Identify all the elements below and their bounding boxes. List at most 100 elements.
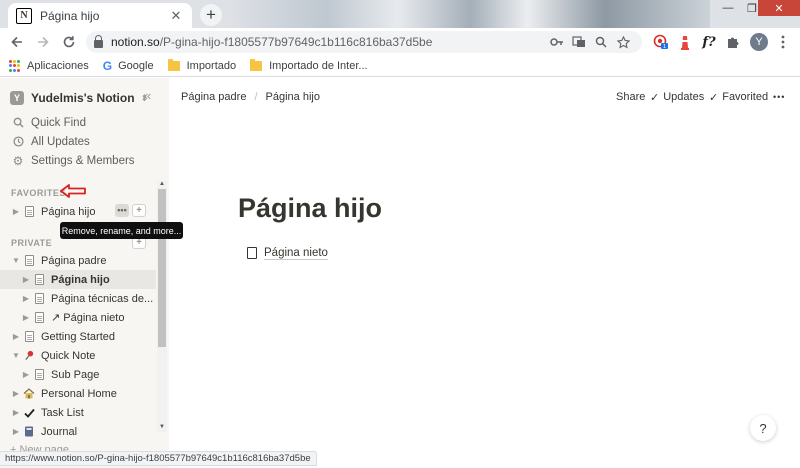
- lock-icon: [94, 34, 103, 48]
- notebook-icon: [22, 426, 36, 437]
- scroll-down-icon[interactable]: ▼: [158, 424, 166, 430]
- link-arrow-icon: ↗: [51, 312, 64, 324]
- link-status-bar: https://www.notion.so/P-gina-hijo-f18055…: [0, 451, 317, 466]
- page-icon: [247, 247, 257, 259]
- bookmark-importado-de-internet[interactable]: Importado de Inter...: [250, 59, 368, 72]
- notion-favicon-icon: N: [16, 7, 32, 24]
- favorited-button[interactable]: ✓ Favorited: [709, 78, 768, 116]
- page-more-options-button[interactable]: •••: [773, 78, 785, 116]
- toggle-right-icon[interactable]: ▶: [10, 207, 22, 216]
- toggle-right-icon[interactable]: ▶: [20, 370, 32, 379]
- bookmark-aplicaciones[interactable]: Aplicaciones: [9, 60, 89, 72]
- bookmark-importado[interactable]: Importado: [167, 59, 236, 72]
- sidebar-item-pagina-hijo[interactable]: ▶ Página hijo: [0, 270, 156, 289]
- sidebar-item-pagina-padre[interactable]: ▼ Página padre: [0, 251, 156, 270]
- breadcrumb-separator: /: [254, 91, 258, 103]
- notion-app: Y Yudelmis's Notion ⬍ « Quick Find All U…: [0, 78, 800, 468]
- page-title[interactable]: Página hijo: [238, 193, 382, 224]
- gear-icon: ⚙: [12, 153, 24, 168]
- sidebar-item-pagina-nieto[interactable]: ▶ ↗ Página nieto: [0, 308, 156, 327]
- toggle-right-icon[interactable]: ▶: [10, 332, 22, 341]
- toggle-right-icon[interactable]: ▶: [20, 275, 32, 284]
- new-tab-button[interactable]: +: [200, 4, 222, 26]
- sidebar-item-quick-note[interactable]: ▼ Quick Note: [0, 346, 156, 365]
- toggle-right-icon[interactable]: ▶: [10, 408, 22, 417]
- bookmark-google[interactable]: G Google: [103, 59, 154, 73]
- toggle-right-icon[interactable]: ▶: [10, 389, 22, 398]
- profile-avatar[interactable]: Y: [748, 31, 770, 53]
- page-topbar: Página padre / Página hijo: [169, 78, 800, 116]
- toggle-right-icon[interactable]: ▶: [20, 313, 32, 322]
- subpage-link-pagina-nieto[interactable]: Página nieto: [247, 245, 328, 261]
- extension-lighthouse-icon[interactable]: [674, 31, 696, 53]
- pushpin-icon: [22, 350, 36, 361]
- tab-close-icon[interactable]: ✕: [168, 8, 184, 24]
- collapse-sidebar-icon[interactable]: «: [144, 88, 151, 103]
- folder-icon: [250, 59, 263, 71]
- page-icon: [32, 312, 46, 323]
- extensions-puzzle-icon[interactable]: [722, 31, 744, 53]
- sidebar-item-personal-home[interactable]: ▶ Personal Home: [0, 384, 156, 403]
- updates-button[interactable]: ✓ Updates: [650, 78, 704, 116]
- help-button[interactable]: ?: [750, 415, 776, 441]
- sidebar-quick-find[interactable]: Quick Find: [11, 113, 86, 132]
- bookmarks-bar: Aplicaciones G Google Importado Importad…: [0, 56, 800, 77]
- more-options-tooltip: Remove, rename, and more...: [60, 222, 183, 239]
- translate-icon[interactable]: [568, 32, 590, 52]
- search-icon: [11, 117, 25, 128]
- window-background-image: [230, 0, 710, 28]
- bookmark-star-icon[interactable]: [612, 32, 634, 52]
- toggle-down-icon[interactable]: ▼: [10, 256, 22, 265]
- sidebar-item-sub-page[interactable]: ▶ Sub Page: [0, 365, 156, 384]
- google-icon: G: [102, 59, 113, 73]
- sidebar-item-getting-started[interactable]: ▶ Getting Started: [0, 327, 156, 346]
- more-options-button[interactable]: •••: [115, 204, 129, 217]
- share-button[interactable]: Share: [616, 78, 645, 116]
- key-icon[interactable]: [546, 32, 568, 52]
- check-icon: ✓: [709, 91, 719, 104]
- scrollbar-thumb[interactable]: [158, 189, 166, 347]
- toggle-right-icon[interactable]: ▶: [20, 294, 32, 303]
- sidebar-item-journal[interactable]: ▶ Journal: [0, 422, 156, 441]
- page-icon: [22, 255, 36, 266]
- browser-tab-strip: N Página hijo ✕ + — ❐ ✕: [0, 0, 800, 28]
- toggle-right-icon[interactable]: ▶: [10, 427, 22, 436]
- sidebar-item-task-list[interactable]: ▶ Task List: [0, 403, 156, 422]
- back-arrow-icon[interactable]: [4, 29, 30, 55]
- sidebar-item-pagina-tecnicas[interactable]: ▶ Página técnicas de...: [0, 289, 156, 308]
- workspace-switcher[interactable]: Y Yudelmis's Notion ⬍: [10, 88, 148, 108]
- breadcrumb-pagina-hijo[interactable]: Página hijo: [266, 91, 320, 103]
- forward-arrow-icon[interactable]: [30, 29, 56, 55]
- favorite-row-actions: ••• +: [115, 204, 146, 217]
- browser-menu-icon[interactable]: [772, 31, 794, 53]
- page-icon: [32, 293, 46, 304]
- tab-title: Página hijo: [40, 8, 100, 23]
- page-icon: [22, 331, 36, 342]
- scroll-up-icon[interactable]: ▲: [158, 181, 166, 187]
- svg-text:1: 1: [663, 44, 666, 50]
- sidebar-settings-members[interactable]: ⚙ Settings & Members: [11, 151, 135, 170]
- browser-tab[interactable]: N Página hijo ✕: [8, 3, 192, 28]
- add-subpage-button[interactable]: +: [132, 204, 146, 217]
- annotation-arrow-icon: [60, 184, 86, 198]
- house-icon: [22, 388, 36, 399]
- address-bar[interactable]: notion.so/P-gina-hijo-f1805577b97649c1b1…: [86, 31, 642, 53]
- extension-f-icon[interactable]: f?: [698, 31, 720, 53]
- breadcrumb-pagina-padre[interactable]: Página padre: [181, 91, 246, 103]
- page-icon: [32, 274, 46, 285]
- private-section-label: PRIVATE: [11, 238, 53, 248]
- clock-icon: [11, 136, 25, 147]
- sidebar-scrollbar[interactable]: ▲ ▼: [157, 181, 167, 432]
- page-icon: [22, 206, 36, 217]
- sidebar: Y Yudelmis's Notion ⬍ « Quick Find All U…: [0, 78, 169, 468]
- reload-icon[interactable]: [56, 29, 82, 55]
- url-text[interactable]: notion.so/P-gina-hijo-f1805577b97649c1b1…: [111, 35, 546, 49]
- toggle-down-icon[interactable]: ▼: [10, 351, 22, 360]
- workspace-icon: Y: [10, 91, 24, 105]
- minimize-button[interactable]: —: [716, 0, 740, 16]
- checkmark-icon: [22, 408, 36, 418]
- extension-target-icon[interactable]: 1: [650, 31, 672, 53]
- zoom-icon[interactable]: [590, 32, 612, 52]
- close-window-button[interactable]: ✕: [758, 0, 800, 16]
- sidebar-all-updates[interactable]: All Updates: [11, 132, 90, 151]
